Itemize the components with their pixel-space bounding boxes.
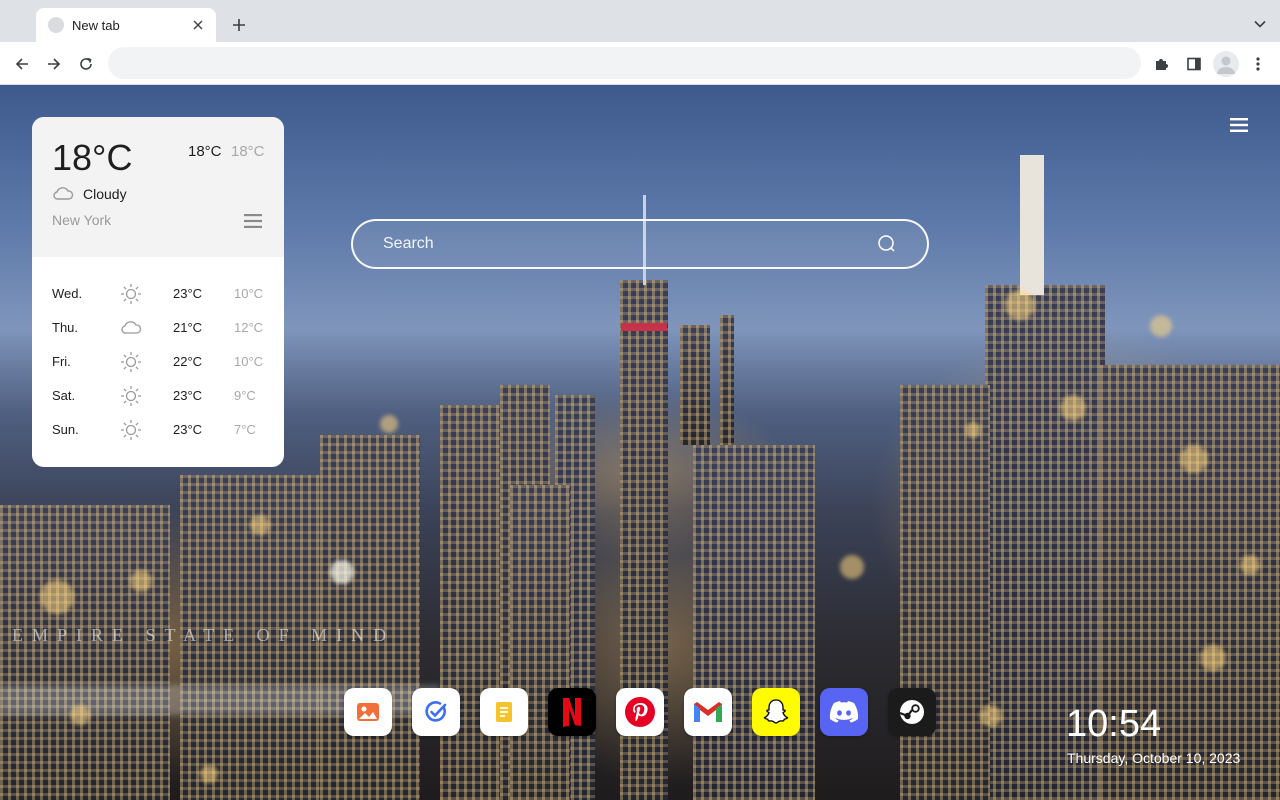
more-vert-icon bbox=[1256, 57, 1260, 71]
arrow-left-icon bbox=[15, 58, 28, 70]
chevron-down-icon bbox=[1254, 20, 1266, 28]
forecast-low: 9°C bbox=[234, 388, 256, 403]
tab-new-tab[interactable]: New tab bbox=[36, 8, 216, 42]
forecast-row: Thu. 21°C 12°C bbox=[32, 311, 284, 345]
tab-strip: New tab bbox=[0, 0, 1280, 42]
new-tab-button[interactable] bbox=[228, 14, 250, 36]
search-input[interactable] bbox=[383, 221, 863, 267]
reload-button[interactable] bbox=[74, 52, 98, 76]
side-panel-button[interactable] bbox=[1182, 52, 1206, 76]
background-caption: EMPIRE STATE OF MIND bbox=[12, 625, 396, 645]
extensions-button[interactable] bbox=[1150, 52, 1174, 76]
snapchat-icon bbox=[763, 699, 789, 724]
tab-search-button[interactable] bbox=[1252, 16, 1268, 32]
avatar-icon bbox=[1217, 56, 1235, 74]
discord-icon bbox=[829, 701, 859, 723]
shortcut-photos[interactable] bbox=[344, 688, 392, 736]
cloud-icon bbox=[53, 187, 74, 200]
current-temperature: 18°C bbox=[52, 137, 133, 178]
shortcut-pinterest[interactable] bbox=[616, 688, 664, 736]
back-button[interactable] bbox=[10, 52, 34, 76]
pinterest-icon bbox=[625, 697, 655, 727]
note-icon bbox=[496, 702, 512, 722]
forecast-high: 22°C bbox=[173, 354, 203, 369]
shortcut-tasks[interactable] bbox=[412, 688, 460, 736]
shortcut-discord[interactable] bbox=[820, 688, 868, 736]
forecast-day: Fri. bbox=[52, 354, 71, 369]
browser-menu-button[interactable] bbox=[1246, 52, 1270, 76]
browser-toolbar bbox=[0, 42, 1280, 85]
forecast-high: 23°C bbox=[173, 286, 203, 301]
forecast-high: 23°C bbox=[173, 422, 203, 437]
steam-icon bbox=[899, 700, 924, 724]
forecast-low: 12°C bbox=[234, 320, 264, 335]
shortcut-steam[interactable] bbox=[888, 688, 936, 736]
weather-condition: Cloudy bbox=[83, 186, 127, 202]
forecast-row: Fri. 22°C 10°C bbox=[32, 345, 284, 379]
forecast-row: Wed. 23°C 10°C bbox=[32, 277, 284, 311]
shortcut-notes[interactable] bbox=[480, 688, 528, 736]
forecast-high: 21°C bbox=[173, 320, 203, 335]
weather-city: New York bbox=[52, 212, 112, 228]
sun-icon bbox=[121, 284, 141, 304]
forecast-low: 10°C bbox=[234, 286, 264, 301]
search-icon[interactable] bbox=[877, 234, 897, 254]
netflix-icon bbox=[563, 698, 581, 727]
plus-icon bbox=[233, 19, 245, 31]
address-bar[interactable] bbox=[108, 47, 1141, 79]
side-panel-icon bbox=[1187, 57, 1201, 71]
forecast-day: Sun. bbox=[52, 422, 79, 437]
sun-icon bbox=[121, 352, 141, 372]
shortcut-snapchat[interactable] bbox=[752, 688, 800, 736]
weather-widget[interactable]: 18°C 18°C 18°C Cloudy New York Wed. 23°C… bbox=[32, 117, 284, 467]
new-tab-page: 18°C 18°C 18°C Cloudy New York Wed. 23°C… bbox=[0, 85, 1280, 800]
profile-avatar[interactable] bbox=[1213, 51, 1239, 77]
arrow-right-icon bbox=[48, 58, 61, 70]
sun-icon bbox=[121, 386, 141, 406]
today-low: 18°C bbox=[231, 143, 265, 160]
tab-favicon-icon bbox=[48, 17, 64, 33]
weather-menu-icon[interactable] bbox=[243, 213, 263, 229]
search-box[interactable] bbox=[351, 219, 929, 269]
forecast-low: 10°C bbox=[234, 354, 264, 369]
today-high: 18°C bbox=[188, 143, 222, 160]
tab-title: New tab bbox=[72, 17, 120, 33]
shortcut-gmail[interactable] bbox=[684, 688, 732, 736]
gmail-icon bbox=[694, 702, 722, 722]
forecast-row: Sat. 23°C 9°C bbox=[32, 379, 284, 413]
clock-date: Thursday, October 10, 2023 bbox=[1067, 750, 1241, 766]
cloud-icon bbox=[121, 321, 142, 334]
shortcut-netflix[interactable] bbox=[548, 688, 596, 736]
forward-button[interactable] bbox=[42, 52, 66, 76]
reload-icon bbox=[80, 57, 92, 70]
forecast-high: 23°C bbox=[173, 388, 203, 403]
puzzle-icon bbox=[1156, 59, 1168, 70]
page-menu-icon[interactable] bbox=[1229, 117, 1249, 133]
weather-forecast: Wed. 23°C 10°C Thu. 21°C 12°C Fri. 22°C … bbox=[32, 277, 284, 447]
forecast-row: Sun. 23°C 7°C bbox=[32, 413, 284, 447]
forecast-low: 7°C bbox=[234, 422, 256, 437]
forecast-day: Wed. bbox=[52, 286, 83, 301]
tab-close-icon[interactable] bbox=[190, 17, 206, 33]
forecast-day: Thu. bbox=[52, 320, 79, 335]
clock-time: 10:54 bbox=[1066, 703, 1162, 745]
weather-current: 18°C 18°C 18°C Cloudy New York bbox=[32, 117, 284, 257]
image-icon bbox=[357, 703, 379, 721]
forecast-day: Sat. bbox=[52, 388, 76, 403]
sun-icon bbox=[121, 420, 141, 440]
check-circle-icon bbox=[425, 701, 447, 722]
